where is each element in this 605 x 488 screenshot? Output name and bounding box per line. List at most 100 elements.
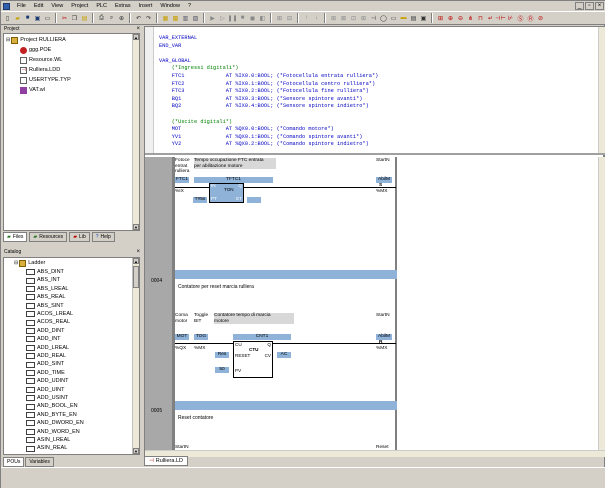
grid-b-icon[interactable]: ⊠ (339, 14, 348, 23)
tab-resources[interactable]: ▰ Resources (29, 232, 68, 242)
catalog-item[interactable]: ABS_INT (26, 276, 60, 284)
catalog-item[interactable]: ADD_REAL (26, 352, 66, 360)
jump-icon[interactable]: ▣ (419, 14, 428, 23)
rung-add-icon[interactable]: ⊞ (436, 14, 445, 23)
code-line[interactable]: (*Uscite digitali*) (159, 119, 232, 126)
catalog-item[interactable]: ADD_UDINT (26, 377, 68, 385)
tree-root-project[interactable]: ⊟ Project RULLIERA (6, 36, 66, 45)
doc-tab-rulliera[interactable]: ⊣ Rulliera.LD (144, 456, 189, 466)
debug-icon[interactable]: ◧ (258, 14, 267, 23)
catalog-item[interactable]: ADD_DINT (26, 327, 65, 335)
catalog-item[interactable]: ADD_LREAL (26, 344, 69, 352)
project-scrollbar[interactable]: ▲ ▼ (132, 34, 139, 230)
tree-item-usertype[interactable]: USERTYPE.TYP (20, 76, 71, 85)
menu-edit[interactable]: Edit (30, 1, 47, 11)
save-icon[interactable]: ■ (23, 14, 32, 23)
contact-var[interactable]: TOG (194, 334, 208, 340)
contact-var[interactable]: FTC1 (175, 177, 189, 183)
arrow-down-icon[interactable]: ↓ (312, 14, 321, 23)
catalog-item[interactable]: AND_DWORD_EN (26, 419, 84, 427)
grid-d-icon[interactable]: ⊞ (359, 14, 368, 23)
download-icon[interactable]: ▥ (181, 14, 190, 23)
tab-lib[interactable]: ▰ Lib (69, 232, 90, 242)
catalog-scrollbar[interactable]: ▲ ▼ (132, 258, 139, 454)
paste-icon[interactable]: ▤ (80, 14, 89, 23)
menu-extras[interactable]: Extras (111, 1, 135, 11)
grid-a-icon[interactable]: ⊞ (329, 14, 338, 23)
tab-pous[interactable]: POUs (3, 457, 25, 467)
code-line[interactable]: FTC2 AT %IX0.1:BOOL; (*Fotocellula centr… (159, 81, 375, 88)
tree-item-ladder[interactable]: ⊣ Rulliera.LDD (20, 66, 60, 75)
new-file-icon[interactable]: ▯ (3, 14, 12, 23)
reset-var[interactable]: Res (215, 352, 229, 358)
pause-icon[interactable]: ❚❚ (227, 14, 237, 23)
catalog-item[interactable]: ABS_REAL (26, 293, 65, 301)
catalog-item[interactable]: ADD_USINT (26, 394, 68, 402)
save-all-icon[interactable]: ▣ (33, 14, 42, 23)
scroll-thumb[interactable] (133, 266, 139, 288)
build-icon[interactable]: ▩ (171, 14, 180, 23)
menu-window[interactable]: Window (156, 1, 184, 11)
contact-var[interactable]: MOT (175, 334, 189, 340)
catalog-item[interactable]: ABS_LREAL (26, 285, 69, 293)
ladder-scrollbar[interactable] (598, 157, 605, 450)
close-file-icon[interactable]: ▭ (43, 14, 52, 23)
open-folder-icon[interactable]: ▰ (13, 14, 22, 23)
preset-var[interactable]: T#5s (193, 197, 207, 203)
step-icon[interactable]: ▷ (218, 14, 227, 23)
menu-insert[interactable]: Insert (135, 1, 157, 11)
ladder-hscrollbar[interactable] (145, 450, 605, 457)
catalog-item[interactable]: ACOS_LREAL (26, 310, 73, 318)
restore-icon[interactable]: ▫ (585, 2, 594, 10)
copy-icon[interactable]: ❐ (70, 14, 79, 23)
tab-help[interactable]: ? Help (91, 232, 115, 242)
return-icon[interactable]: ↵ (486, 14, 495, 23)
coil-icon[interactable]: ◯ (379, 14, 388, 23)
branch-icon[interactable]: ⋔ (466, 14, 475, 23)
catalog-item[interactable]: ASIN_REAL (26, 444, 67, 452)
stop-icon[interactable]: ■ (238, 14, 247, 23)
scroll-up-icon[interactable]: ▲ (133, 258, 139, 264)
close-icon[interactable]: × (595, 2, 604, 10)
comment-icon[interactable]: ▤ (409, 14, 418, 23)
code-line[interactable]: YV1 AT %QX0.1:BOOL; (*Comando spintore a… (159, 134, 363, 141)
code-line[interactable]: (*Ingressi digitali*) (159, 65, 239, 72)
catalog-item[interactable]: ADD_INT (26, 335, 61, 343)
rung-comment[interactable]: Contatore per reset marcia rulliera (178, 284, 254, 290)
compile-icon[interactable]: ▦ (161, 14, 170, 23)
coil-set-icon[interactable]: Ⓢ (516, 14, 525, 23)
rung-delete-icon[interactable]: ⊖ (456, 14, 465, 23)
catalog-item[interactable]: AND_WORD_EN (26, 428, 80, 436)
catalog-item[interactable]: ATAN_LREAL (26, 453, 71, 455)
counter-block[interactable]: CTU CU Q RESET CV PV (233, 341, 273, 378)
print-icon[interactable]: ⎙ (97, 14, 106, 23)
arrow-up-icon[interactable]: ↑ (302, 14, 311, 23)
code-line[interactable]: BQ2 AT %IX0.4:BOOL; (*Sensore spintore i… (159, 103, 369, 110)
resource-icon[interactable]: ▧ (191, 14, 200, 23)
catalog-item[interactable]: ABS_SINT (26, 302, 64, 310)
et-output-var[interactable] (247, 197, 261, 203)
menu-project[interactable]: Project (67, 1, 92, 11)
var-icon[interactable]: ▬ (399, 14, 408, 23)
cv-var[interactable]: AC (277, 352, 291, 358)
variable-declaration-editor[interactable]: VAR_EXTERNAL END_VAR VAR_GLOBAL (*Ingressi… (145, 27, 605, 155)
contact-nc-icon[interactable]: ⊬ (506, 14, 515, 23)
coil-neg-icon[interactable]: ⊘ (536, 14, 545, 23)
rung-insert-icon[interactable]: ⊕ (446, 14, 455, 23)
code-line[interactable]: VAR_EXTERNAL (159, 35, 197, 42)
cut-icon[interactable]: ✂ (60, 14, 69, 23)
catalog-item[interactable]: AND_BOOL_EN (26, 402, 78, 410)
catalog-item[interactable]: ADD_UINT (26, 386, 65, 394)
code-line[interactable]: YV2 AT %QX0.2:BOOL; (*Comando spintore i… (159, 141, 369, 148)
scroll-down-icon[interactable]: ▼ (133, 448, 139, 454)
code-line[interactable]: BQ1 AT %IX0.3:BOOL; (*Sensore spintore a… (159, 96, 363, 103)
close-icon[interactable]: × (136, 248, 140, 256)
watch-icon[interactable]: ⊞ (275, 14, 284, 23)
menu-view[interactable]: View (47, 1, 67, 11)
tab-files[interactable]: ▰ Files (3, 232, 28, 242)
breakpoint-icon[interactable]: ⊟ (285, 14, 294, 23)
find-icon[interactable]: ⌕ (107, 14, 116, 23)
scroll-up-icon[interactable]: ▲ (133, 34, 139, 40)
menu-help[interactable]: ? (184, 1, 195, 11)
menu-file[interactable]: File (13, 1, 30, 11)
